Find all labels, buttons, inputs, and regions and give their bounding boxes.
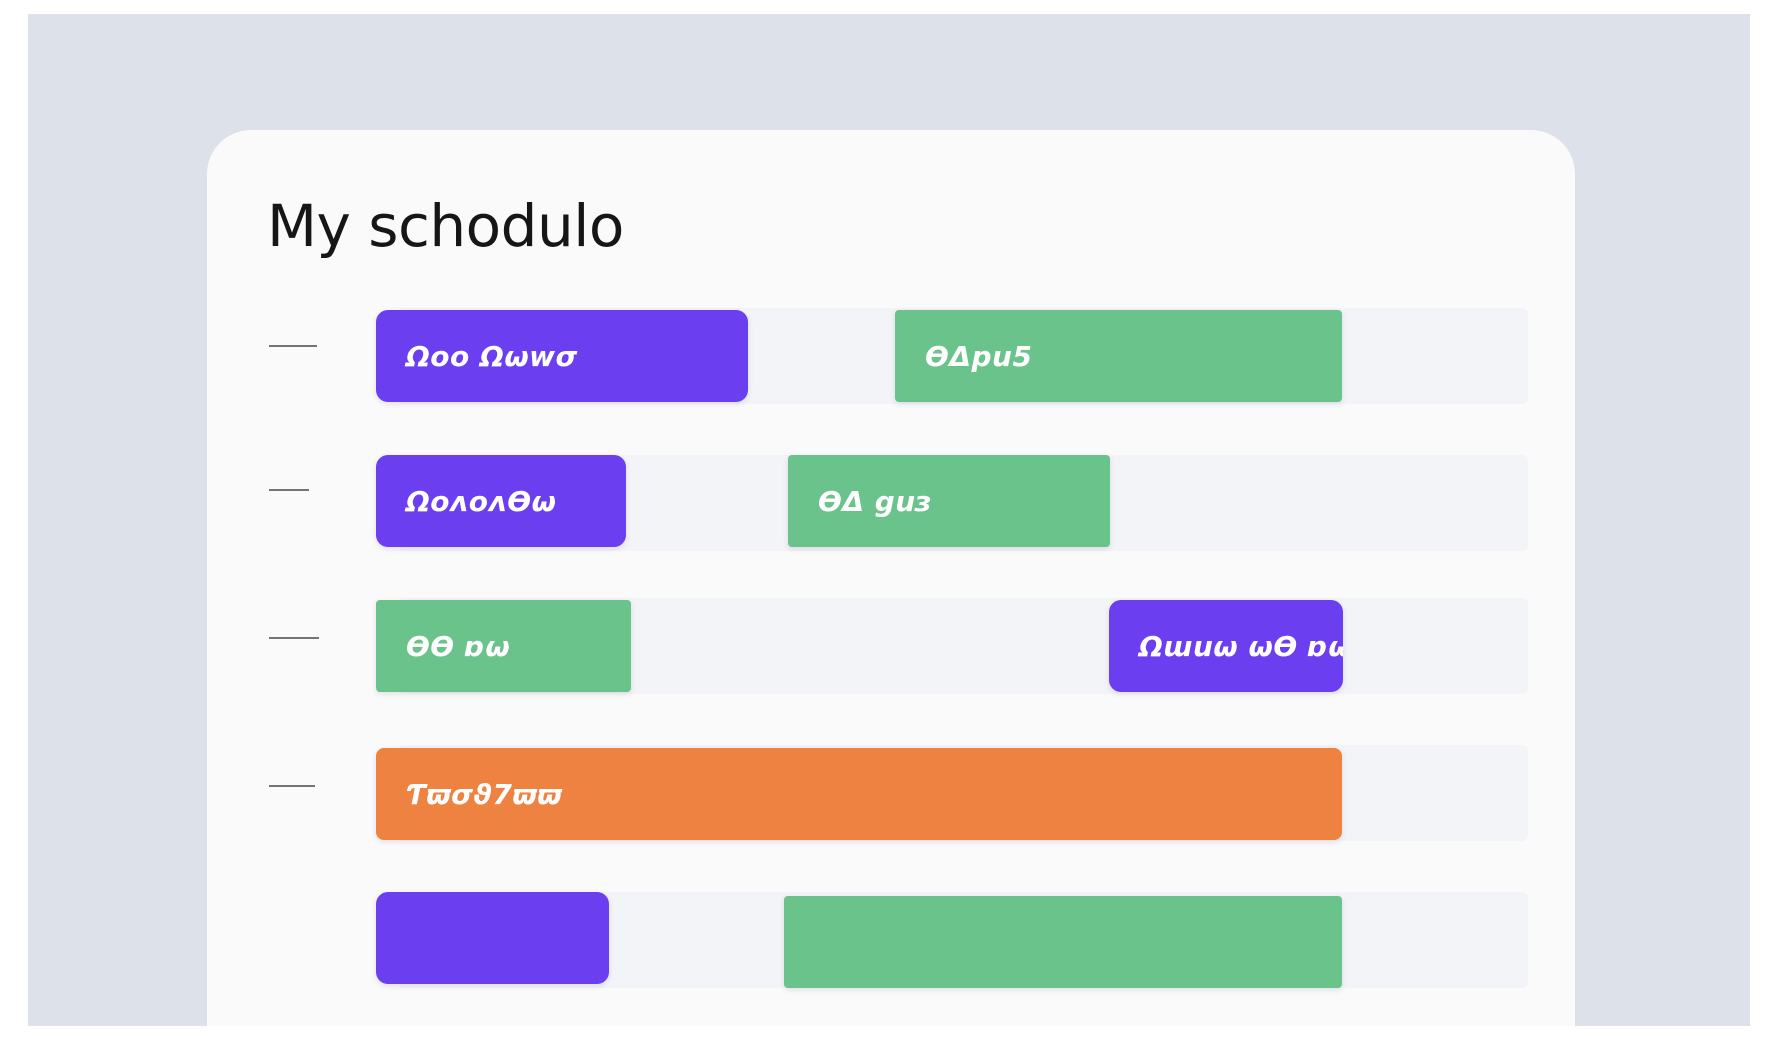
event-block[interactable]: ϴΔpu5 (895, 310, 1342, 402)
event-block[interactable]: Ƭϖσϑ7ϖϖ (376, 748, 1342, 840)
schedule-row (376, 892, 1528, 988)
app-background: My schodulo Ωoo Ωωwσ ϴΔpu5 Ωoᴧoᴧϴω ϴΔ gu… (28, 14, 1750, 1026)
page-title: My schodulo (267, 192, 624, 260)
time-label-stroke (269, 489, 309, 491)
event-block[interactable]: Ωoᴧoᴧϴω (376, 455, 626, 547)
event-block[interactable] (376, 892, 609, 984)
event-block[interactable]: Ωɯuω ωϴ ɒω (1109, 600, 1343, 692)
row-time-label (269, 336, 317, 356)
time-label-stroke (269, 637, 319, 639)
row-time-label (269, 628, 319, 648)
event-block[interactable] (784, 896, 1342, 988)
event-block[interactable]: ϴϴ ɒω (376, 600, 631, 692)
row-time-label (269, 776, 315, 796)
schedule-row: Ωoo Ωωwσ ϴΔpu5 (376, 308, 1528, 404)
time-label-stroke (269, 785, 315, 787)
row-time-label (269, 480, 309, 500)
event-block[interactable]: Ωoo Ωωwσ (376, 310, 748, 402)
time-label-stroke (269, 345, 317, 347)
schedule-row: Ƭϖσϑ7ϖϖ (376, 745, 1528, 841)
schedule-row: ϴϴ ɒω Ωɯuω ωϴ ɒω (376, 598, 1528, 694)
event-block[interactable]: ϴΔ guɜ (788, 455, 1110, 547)
schedule-row: Ωoᴧoᴧϴω ϴΔ guɜ (376, 455, 1528, 551)
schedule-card: My schodulo Ωoo Ωωwσ ϴΔpu5 Ωoᴧoᴧϴω ϴΔ gu… (207, 130, 1575, 1026)
